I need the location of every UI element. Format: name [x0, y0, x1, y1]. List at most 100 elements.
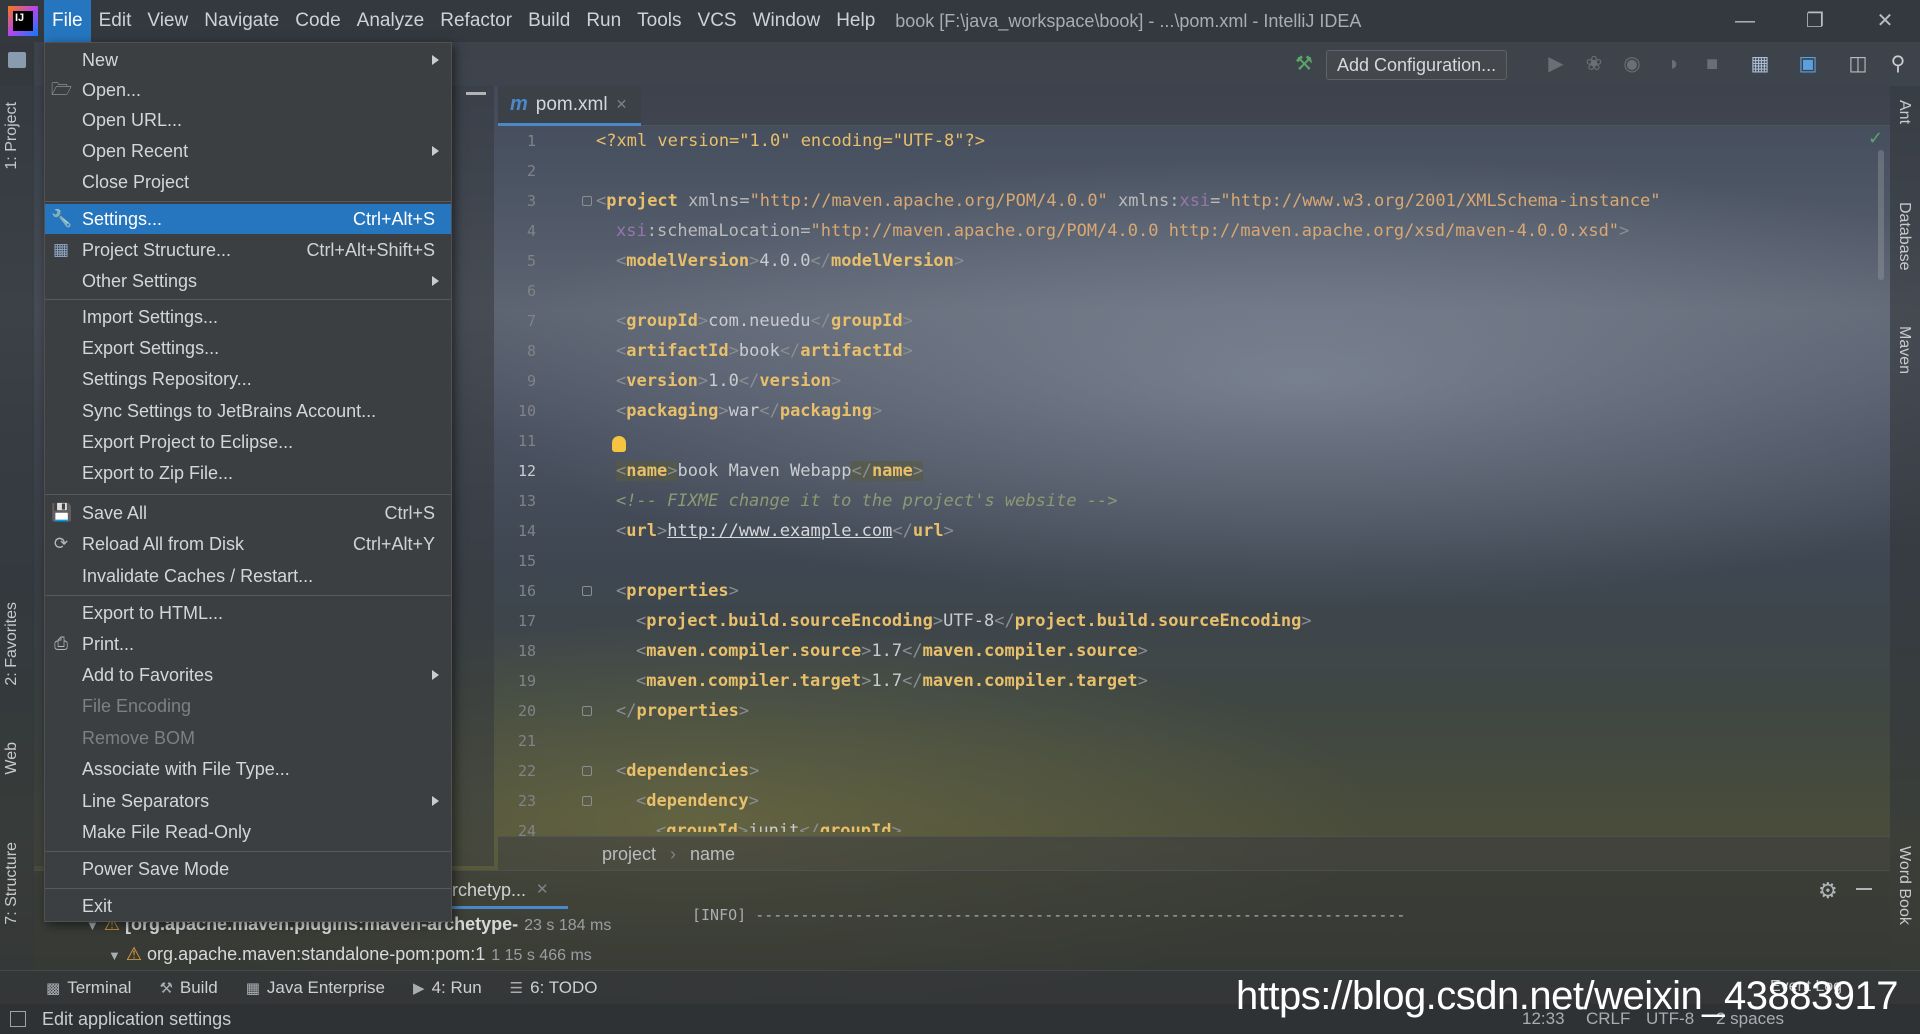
profile-icon[interactable]: ◑	[1660, 52, 1684, 76]
stop-icon[interactable]: ■	[1700, 52, 1724, 76]
menu-item-read-only[interactable]: Make File Read-Only	[45, 817, 451, 847]
tab-pom-xml[interactable]: m pom.xml ✕	[498, 86, 642, 126]
menu-code[interactable]: Code	[287, 0, 348, 42]
tab-word-book[interactable]: Word Book	[1895, 846, 1913, 925]
menu-separator	[45, 201, 451, 202]
coverage-icon[interactable]: ◉	[1620, 52, 1644, 76]
menu-item-export-zip[interactable]: Export to Zip File...	[45, 458, 451, 488]
menu-window[interactable]: Window	[745, 0, 829, 42]
run-tree-row[interactable]: ▼ ⚠ org.apache.maven:standalone-pom:pom:…	[108, 944, 592, 965]
menu-navigate[interactable]: Navigate	[196, 0, 287, 42]
menu-help[interactable]: Help	[828, 0, 883, 42]
presentation-icon[interactable]: ◫	[1846, 52, 1870, 76]
tab-database[interactable]: Database	[1895, 202, 1913, 271]
menu-item-import-settings[interactable]: Import Settings...	[45, 302, 451, 332]
tag-name: dependency	[646, 791, 749, 811]
menu-run[interactable]: Run	[578, 0, 629, 42]
menu-item-invalidate-caches[interactable]: Invalidate Caches / Restart...	[45, 561, 451, 591]
tag-name: maven.compiler.target	[646, 671, 862, 691]
breadcrumb-project[interactable]: project	[602, 844, 656, 864]
fold-marker[interactable]	[582, 196, 592, 206]
menu-item-open[interactable]: 🗁 Open...	[45, 75, 451, 105]
tag-name: groupId	[666, 821, 738, 832]
search-icon[interactable]: ⚲	[1886, 52, 1910, 76]
menu-view[interactable]: View	[139, 0, 196, 42]
code-line-4: xsi:schemaLocation="http://maven.apache.…	[616, 216, 1629, 246]
close-tab-icon[interactable]: ✕	[616, 96, 628, 113]
menu-item-save-all[interactable]: 💾 Save All Ctrl+S	[45, 498, 451, 528]
close-run-tab-icon[interactable]: ✕	[536, 880, 549, 898]
debug-icon[interactable]: ❀	[1582, 52, 1606, 76]
tab-structure[interactable]: 7: Structure	[3, 842, 21, 925]
menu-item-export-html[interactable]: Export to HTML...	[45, 598, 451, 628]
url-link[interactable]: http://www.example.com	[667, 521, 892, 541]
run-icon[interactable]: ▶	[1544, 52, 1568, 76]
run-tab[interactable]: rchetyp...	[452, 880, 526, 901]
menu-item-settings[interactable]: 🔧 Settings... Ctrl+Alt+S	[45, 204, 451, 234]
tab-project[interactable]: 1: Project	[3, 102, 21, 170]
menu-edit[interactable]: Edit	[91, 0, 140, 42]
menu-item-exit[interactable]: Exit	[45, 891, 451, 921]
attr: :schemaLocation=	[646, 221, 811, 241]
menu-item-sync-settings[interactable]: Sync Settings to JetBrains Account...	[45, 396, 451, 426]
fold-marker[interactable]	[582, 586, 592, 596]
tool-terminal[interactable]: ▩ Terminal	[46, 978, 131, 998]
tool-java-enterprise[interactable]: ▦ Java Enterprise	[246, 978, 385, 998]
tool-build[interactable]: ⚒ Build	[159, 978, 217, 998]
menu-item-open-recent[interactable]: Open Recent	[45, 136, 451, 166]
menu-refactor[interactable]: Refactor	[432, 0, 520, 42]
line-number: 20	[517, 702, 536, 720]
collapse-panel-button[interactable]	[466, 92, 486, 95]
menu-item-power-save[interactable]: Power Save Mode	[45, 854, 451, 884]
menu-item-reload-all[interactable]: ⟳ Reload All from Disk Ctrl+Alt+Y	[45, 529, 451, 559]
tab-ant[interactable]: Ant	[1895, 100, 1913, 124]
title-bar: IJ File Edit View Navigate Code Analyze …	[0, 0, 1920, 42]
add-configuration-button[interactable]: Add Configuration...	[1326, 50, 1508, 80]
menu-item-line-separators[interactable]: Line Separators	[45, 786, 451, 816]
menu-item-add-favorites[interactable]: Add to Favorites	[45, 660, 451, 690]
tab-maven[interactable]: Maven	[1895, 326, 1913, 374]
toggle-tool-windows-icon[interactable]	[10, 1011, 26, 1027]
menu-analyze[interactable]: Analyze	[349, 0, 433, 42]
menu-file[interactable]: File	[44, 0, 91, 42]
tool-label: Terminal	[67, 977, 132, 997]
tab-favorites[interactable]: 2: Favorites	[3, 602, 21, 686]
menu-item-associate-file-type[interactable]: Associate with File Type...	[45, 754, 451, 784]
menu-item-close-project[interactable]: Close Project	[45, 167, 451, 197]
menu-item-export-eclipse[interactable]: Export Project to Eclipse...	[45, 427, 451, 457]
close-window-button[interactable]: ✕	[1850, 0, 1920, 42]
tool-todo[interactable]: ☰ 6: TODO	[510, 978, 598, 998]
fold-marker[interactable]	[582, 766, 592, 776]
console-output: [INFO] ---------------------------------…	[692, 906, 1406, 924]
menu-tools[interactable]: Tools	[629, 0, 689, 42]
code-line-23: <dependency>	[636, 791, 759, 811]
restore-button[interactable]: ❐	[1780, 0, 1850, 42]
breadcrumb-name[interactable]: name	[690, 844, 735, 864]
menu-item-other-settings[interactable]: Other Settings	[45, 266, 451, 296]
tree-expand-icon[interactable]: ▼	[108, 948, 121, 963]
tool-run[interactable]: ▶ 4: Run	[413, 978, 482, 998]
fold-marker[interactable]	[582, 706, 592, 716]
tag-name: modelVersion	[626, 251, 750, 271]
menu-item-print[interactable]: ⎙ Print...	[45, 629, 451, 659]
menu-item-label: Sync Settings to JetBrains Account...	[82, 401, 377, 421]
menu-build[interactable]: Build	[520, 0, 578, 42]
translate-icon[interactable]: ▣	[1796, 52, 1820, 76]
tab-web[interactable]: Web	[3, 742, 21, 775]
hide-panel-button[interactable]	[1856, 888, 1872, 890]
editor-scroll-thumb[interactable]	[1878, 150, 1884, 280]
menu-item-new[interactable]: New	[45, 45, 451, 75]
menu-item-open-url[interactable]: Open URL...	[45, 105, 451, 135]
minimize-button[interactable]: —	[1710, 0, 1780, 42]
fold-marker[interactable]	[582, 796, 592, 806]
code-editor[interactable]: <?xml version="1.0" encoding="UTF-8"?> <…	[596, 126, 1796, 832]
menu-item-project-structure[interactable]: ▦ Project Structure... Ctrl+Alt+Shift+S	[45, 235, 451, 265]
left-tool-stripe: 1: Project 2: Favorites Web 7: Structure	[0, 42, 34, 970]
gear-icon[interactable]: ⚙	[1818, 878, 1838, 904]
project-structure-toolbar-icon[interactable]: ▦	[1748, 52, 1772, 76]
menu-item-export-settings[interactable]: Export Settings...	[45, 333, 451, 363]
build-hammer-icon[interactable]: ⚒	[1292, 52, 1316, 76]
todo-list-icon: ☰	[509, 979, 524, 997]
menu-item-settings-repository[interactable]: Settings Repository...	[45, 364, 451, 394]
menu-vcs[interactable]: VCS	[690, 0, 745, 42]
